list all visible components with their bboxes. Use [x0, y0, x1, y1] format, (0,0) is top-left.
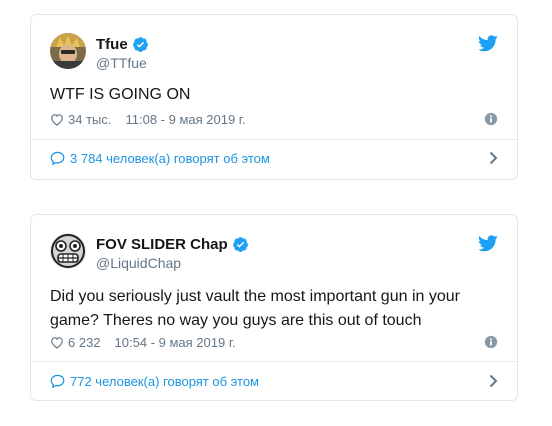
like-count[interactable]: 34 тыс. [68, 112, 111, 127]
twitter-bird-icon[interactable] [478, 35, 498, 52]
tweet-text: WTF IS GOING ON [50, 86, 191, 103]
divider [31, 361, 517, 362]
tweet-meta: 6 232 10:54 - 9 мая 2019 г. [50, 333, 498, 351]
tweet-text: Did you seriously just vault the most im… [50, 288, 460, 329]
like-count[interactable]: 6 232 [68, 335, 101, 350]
embedded-tweet: FOV SLIDER Chap @LiquidChap Did you seri… [30, 214, 518, 401]
conversation-link[interactable]: 772 человек(а) говорят об этом [50, 371, 498, 391]
divider [31, 139, 517, 140]
verified-badge-icon [132, 36, 148, 52]
speech-bubble-icon [50, 374, 65, 388]
embedded-tweet: Tfue @TTfue WTF IS GOING ON 34 тыс. 11:0… [30, 14, 518, 180]
info-icon[interactable] [484, 335, 498, 349]
handle[interactable]: @LiquidChap [96, 255, 249, 271]
verified-badge-icon [232, 236, 248, 252]
tweet-meta: 34 тыс. 11:08 - 9 мая 2019 г. [50, 110, 498, 128]
avatar[interactable] [50, 33, 86, 69]
chevron-right-icon[interactable] [489, 374, 498, 388]
timestamp[interactable]: 10:54 - 9 мая 2019 г. [115, 335, 236, 350]
display-name[interactable]: Tfue [96, 36, 128, 53]
handle[interactable]: @TTfue [96, 55, 149, 71]
info-icon[interactable] [484, 112, 498, 126]
tweet-header: Tfue @TTfue [50, 33, 498, 73]
timestamp[interactable]: 11:08 - 9 мая 2019 г. [125, 112, 245, 127]
tweet-header: FOV SLIDER Chap @LiquidChap [50, 233, 498, 273]
conversation-count[interactable]: 3 784 человек(а) говорят об этом [70, 151, 270, 166]
conversation-count[interactable]: 772 человек(а) говорят об этом [70, 374, 259, 389]
twitter-bird-icon[interactable] [478, 235, 498, 252]
display-name[interactable]: FOV SLIDER Chap [96, 236, 228, 253]
conversation-link[interactable]: 3 784 человек(а) говорят об этом [50, 148, 498, 168]
chevron-right-icon[interactable] [489, 151, 498, 165]
heart-icon[interactable] [50, 336, 64, 349]
speech-bubble-icon [50, 151, 65, 165]
avatar[interactable] [50, 233, 86, 269]
heart-icon[interactable] [50, 113, 64, 126]
